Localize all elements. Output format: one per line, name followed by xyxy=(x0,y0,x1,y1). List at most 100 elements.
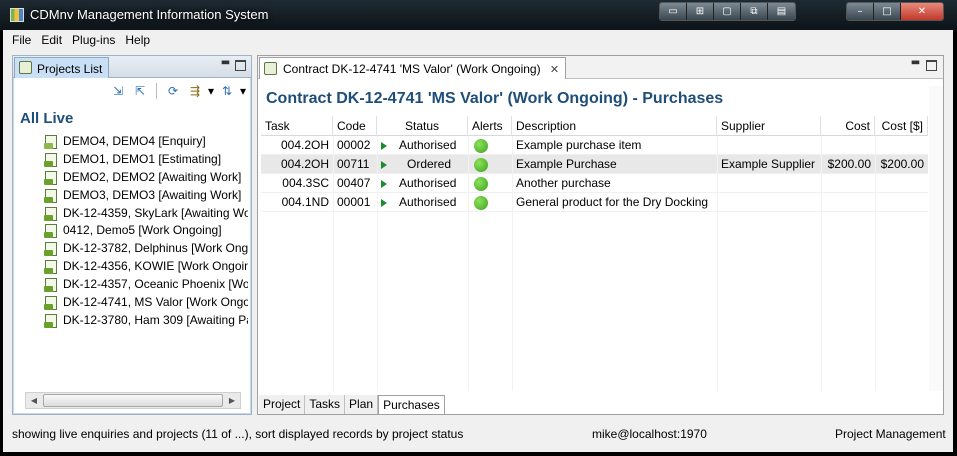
tab-purchases[interactable]: Purchases xyxy=(378,395,445,414)
column-divider xyxy=(875,136,876,391)
project-item[interactable]: DK-12-4359, SkyLark [Awaiting Wo xyxy=(43,205,248,223)
enquiry-project-icon xyxy=(44,135,58,149)
column-divider xyxy=(468,136,469,391)
alert-green-icon xyxy=(474,139,488,153)
scrollbar-thumb[interactable] xyxy=(43,394,223,407)
project-item[interactable]: DEMO2, DEMO2 [Awaiting Work] xyxy=(43,169,248,187)
column-header-code[interactable]: Code xyxy=(333,116,377,136)
column-header-description[interactable]: Description xyxy=(512,116,717,136)
cell-supplier xyxy=(717,136,821,155)
taskbar-thumb-icon[interactable]: ▭ xyxy=(660,3,687,20)
project-item[interactable]: DK-12-3782, Delphinus [Work Ongo xyxy=(43,240,248,258)
collapse-all-icon[interactable]: ⇱ xyxy=(130,82,150,100)
column-header-supplier[interactable]: Supplier xyxy=(717,116,821,136)
project-item[interactable]: DK-12-4357, Oceanic Phoenix [Wor xyxy=(43,276,248,294)
project-label: DEMO1, DEMO1 [Estimating] xyxy=(63,151,222,166)
projects-tab-label: Projects List xyxy=(37,62,103,76)
status-bar: showing live enquiries and projects (11 … xyxy=(3,424,953,446)
cascade-icon[interactable]: ⧉ xyxy=(741,3,768,20)
project-item[interactable]: DEMO1, DEMO1 [Estimating] xyxy=(43,151,248,169)
menu-help[interactable]: Help xyxy=(121,30,156,50)
menu-file[interactable]: File xyxy=(3,30,37,50)
cell-task: 004.2OH xyxy=(280,138,329,152)
project-icon xyxy=(44,224,58,239)
tab-tasks[interactable]: Tasks xyxy=(305,395,346,414)
maximize-button[interactable]: □ xyxy=(874,3,901,20)
column-divider xyxy=(512,136,513,391)
projects-horizontal-scrollbar[interactable]: ◀ ▶ xyxy=(25,392,241,409)
cell-code: 00001 xyxy=(337,195,371,209)
column-header-cost-usd[interactable]: Cost [$] xyxy=(875,116,928,136)
sort-icon[interactable]: ⇅ xyxy=(217,82,237,100)
project-item[interactable]: DEMO3, DEMO3 [Awaiting Work] xyxy=(43,187,248,205)
tab-contract[interactable]: Contract DK-12-4741 'MS Valor' (Work Ong… xyxy=(259,57,567,79)
cell-description: Example purchase item xyxy=(516,138,642,152)
status-arrow-icon xyxy=(381,160,387,169)
menu-icon[interactable]: ▤ xyxy=(768,3,795,20)
projects-list-panel: Projects List ▬ ⇲ ⇱ ⟳ ⇶ ▾ ⇅ ▾ All Live D… xyxy=(12,55,252,415)
project-item[interactable]: DK-12-4741, MS Valor [Work Ongo xyxy=(43,294,248,312)
scroll-left-icon[interactable]: ◀ xyxy=(26,393,42,408)
tab-project[interactable]: Project xyxy=(259,395,306,414)
project-item[interactable]: DK-12-3780, Ham 309 [Awaiting Pa xyxy=(43,312,248,330)
alert-green-icon xyxy=(474,177,488,191)
table-row[interactable]: 004.1ND 00001 Authorised General product… xyxy=(261,193,928,212)
project-label: DK-12-4356, KOWIE [Work Ongoing xyxy=(63,259,248,274)
tab-projects-list[interactable]: Projects List xyxy=(14,57,110,78)
project-item[interactable]: 0412, Demo5 [Work Ongoing] xyxy=(43,222,248,240)
table-header: Task Code Status Alerts Description Supp… xyxy=(261,116,928,136)
toolbar-separator xyxy=(156,83,157,99)
status-text: Authorised xyxy=(399,176,457,190)
tab-plan[interactable]: Plan xyxy=(345,395,379,414)
project-item[interactable]: DEMO4, DEMO4 [Enquiry] xyxy=(43,133,248,151)
column-header-cost[interactable]: Cost xyxy=(821,116,875,136)
status-arrow-icon xyxy=(381,141,387,150)
refresh-icon[interactable]: ⟳ xyxy=(163,82,183,100)
cell-description: Another purchase xyxy=(516,176,611,190)
column-divider xyxy=(333,136,334,391)
window-titlebar[interactable]: CDMnv Management Information System ▭ ⊞ … xyxy=(0,0,957,30)
menu-plugins[interactable]: Plug-ins xyxy=(68,30,121,50)
scroll-right-icon[interactable]: ▶ xyxy=(224,393,240,408)
project-icon xyxy=(44,296,58,311)
table-row[interactable]: 004.2OH 00002 Authorised Example purchas… xyxy=(261,136,928,155)
cell-task: 004.2OH xyxy=(280,157,329,171)
column-divider xyxy=(717,136,718,391)
restore-area-icon[interactable]: ▢ xyxy=(714,3,741,20)
column-header-status[interactable]: Status xyxy=(377,116,468,136)
cell-status: Authorised xyxy=(377,193,468,212)
cell-cost-usd xyxy=(875,136,928,155)
tile-icon[interactable]: ⊞ xyxy=(687,3,714,20)
cell-alert xyxy=(468,193,512,212)
cell-task: 004.1ND xyxy=(281,195,329,209)
maximize-editor-icon[interactable] xyxy=(926,60,937,71)
table-row[interactable]: 004.3SC 00407 Authorised Another purchas… xyxy=(261,174,928,193)
minimize-editor-icon[interactable]: ▬ xyxy=(910,58,921,69)
project-label: DK-12-4359, SkyLark [Awaiting Wo xyxy=(63,205,248,220)
filter-icon[interactable]: ⇶ xyxy=(185,82,205,100)
close-button[interactable]: ✕ xyxy=(901,3,943,20)
expand-all-icon[interactable]: ⇲ xyxy=(108,82,128,100)
minimize-view-icon[interactable]: ▬ xyxy=(220,58,231,69)
close-tab-icon[interactable]: ✕ xyxy=(550,63,559,76)
minimize-button[interactable]: – xyxy=(847,3,874,20)
sort-dropdown-icon[interactable]: ▾ xyxy=(239,82,247,100)
column-divider xyxy=(377,136,378,391)
table-vertical-scrollbar[interactable] xyxy=(929,86,943,391)
maximize-view-icon[interactable] xyxy=(235,60,246,71)
cell-cost-usd: $200.00 xyxy=(880,157,924,171)
project-label: DK-12-3782, Delphinus [Work Ongo xyxy=(63,241,248,256)
cell-description: Example Purchase xyxy=(516,157,617,171)
menu-edit[interactable]: Edit xyxy=(37,30,68,50)
filter-dropdown-icon[interactable]: ▾ xyxy=(207,82,215,100)
table-row-selected[interactable]: 004.2OH 00711 Ordered Example Purchase E… xyxy=(261,155,928,174)
project-item[interactable]: DK-12-4356, KOWIE [Work Ongoing xyxy=(43,258,248,276)
column-header-task[interactable]: Task xyxy=(261,116,333,136)
cell-cost-usd xyxy=(875,174,928,193)
cell-code: 00711 xyxy=(337,157,370,171)
column-header-alerts[interactable]: Alerts xyxy=(468,116,512,136)
cell-supplier xyxy=(717,174,821,193)
cell-alert xyxy=(468,136,512,155)
status-text: Ordered xyxy=(407,157,452,171)
cell-code: 00407 xyxy=(337,176,371,190)
